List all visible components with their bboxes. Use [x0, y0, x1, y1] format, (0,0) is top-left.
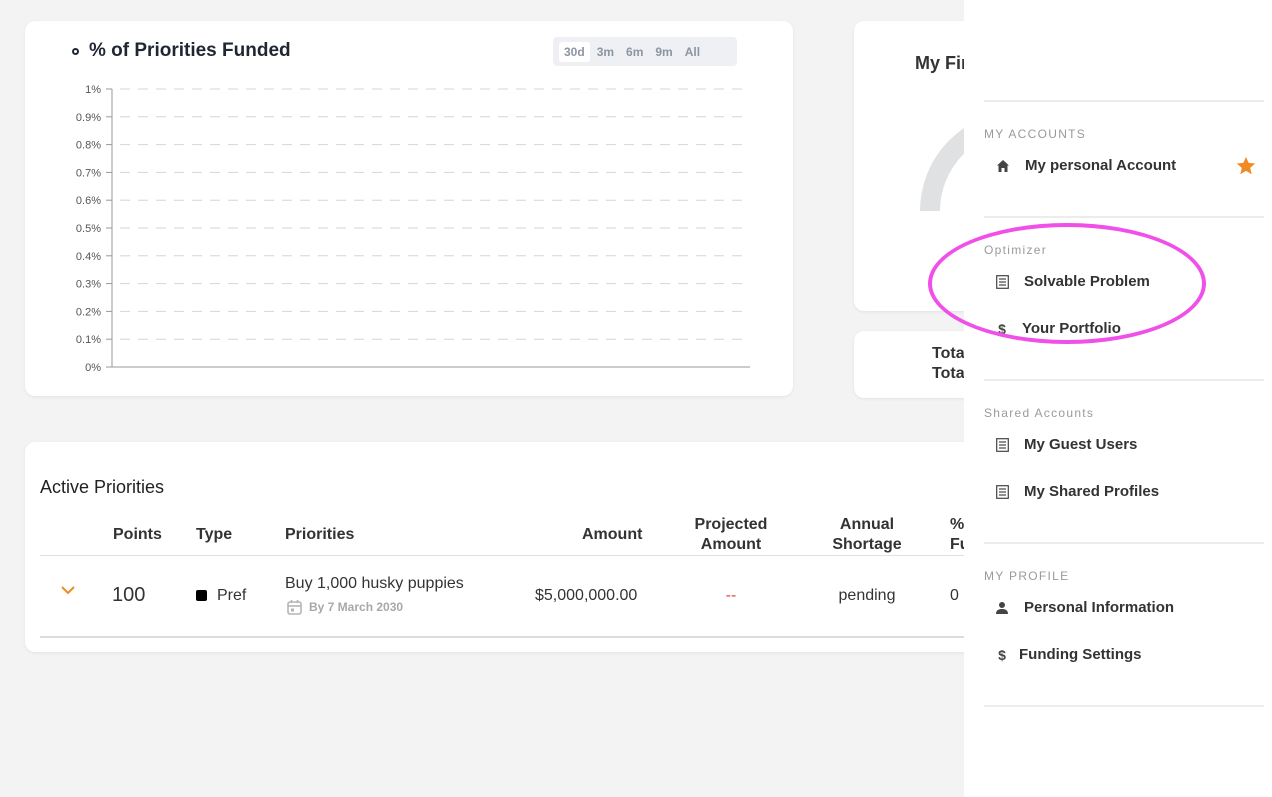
totals-line-1: Tota: [932, 345, 965, 362]
y-tick-label: 0.9%: [76, 112, 101, 124]
col-header-projected-line2: Amount: [700, 536, 762, 553]
sidebar-heading-my-profile: MY PROFILE: [984, 569, 1070, 583]
row-amount: $5,000,000.00: [535, 587, 638, 604]
y-tick-label: 0.2%: [76, 306, 101, 318]
expand-chevron-icon[interactable]: [60, 582, 76, 598]
y-tick-label: 0.1%: [76, 334, 101, 346]
list-icon: [994, 484, 1010, 499]
sidebar-item-label: Personal Information: [1024, 599, 1175, 616]
col-header-shortage-line1: Annual: [839, 516, 895, 533]
sidebar-item-my-personal-account[interactable]: My personal Account: [995, 156, 1257, 175]
sidebar-heading-my-accounts: MY ACCOUNTS: [984, 127, 1087, 141]
row-divider: [40, 636, 1025, 638]
y-tick-label: 0.4%: [76, 251, 101, 263]
row-priority-date: By 7 March 2030: [287, 599, 403, 615]
sidebar-divider: [984, 542, 1264, 544]
chart-plot: 1% 0.9% 0.8% 0.7% 0.6% 0.5% 0.4% 0.3% 0.2% 0.1% 0%: [76, 84, 750, 374]
type-color-swatch: [196, 590, 207, 601]
y-tick-label: 0%: [85, 362, 101, 374]
totals-line-2: Tota: [932, 365, 965, 382]
list-icon: [994, 437, 1010, 452]
star-icon[interactable]: [1235, 155, 1257, 181]
sidebar-heading-shared-accounts: Shared Accounts: [984, 406, 1095, 420]
y-tick-label: 0.5%: [76, 223, 101, 235]
person-icon: [994, 601, 1010, 615]
row-priority-name[interactable]: Buy 1,000 husky puppies: [285, 575, 464, 593]
active-priorities-card: Active Priorities Points Type Priorities…: [25, 442, 1025, 652]
col-header-projected: Projected Amount: [681, 515, 781, 555]
account-sidebar: MY ACCOUNTS My personal Account Optimize…: [964, 0, 1272, 797]
active-priorities-title: Active Priorities: [40, 477, 165, 497]
y-tick-label: 1%: [85, 84, 101, 96]
sidebar-item-my-shared-profiles[interactable]: My Shared Profiles: [994, 483, 1159, 500]
row-projected: --: [725, 587, 737, 604]
y-tick-label: 0.6%: [76, 195, 101, 207]
sidebar-divider: [984, 705, 1264, 707]
col-header-amount: Amount: [582, 526, 643, 543]
y-tick-label: 0.3%: [76, 279, 101, 291]
dollar-icon: $: [998, 646, 1006, 663]
sidebar-item-funding-settings[interactable]: $ Funding Settings: [994, 646, 1141, 663]
funded-chart-card: % of Priorities Funded 30d 3m 6m 9m All …: [25, 21, 793, 396]
sidebar-item-my-guest-users[interactable]: My Guest Users: [994, 436, 1137, 453]
y-tick-label: 0.8%: [76, 140, 101, 152]
sidebar-item-label: Funding Settings: [1019, 646, 1142, 663]
sidebar-item-label: My Shared Profiles: [1024, 483, 1160, 500]
sidebar-item-label: My personal Account: [1025, 157, 1177, 174]
sidebar-item-personal-information[interactable]: Personal Information: [994, 599, 1174, 616]
sidebar-divider: [984, 216, 1264, 218]
col-header-type: Type: [196, 526, 233, 543]
col-header-priorities: Priorities: [285, 526, 355, 543]
col-header-shortage: Annual Shortage: [817, 515, 917, 555]
highlight-annotation-ellipse: [928, 223, 1206, 344]
y-tick-label: 0.7%: [76, 167, 101, 179]
sidebar-divider: [984, 100, 1264, 102]
col-header-points: Points: [113, 526, 162, 543]
calendar-icon: [287, 599, 302, 615]
col-header-projected-line1: Projected: [694, 516, 768, 533]
row-type: Pref: [217, 587, 247, 604]
row-points: 100: [112, 584, 146, 606]
sidebar-divider: [984, 379, 1264, 381]
row-shortage: pending: [838, 587, 896, 604]
row-funded: 0: [950, 587, 959, 604]
col-header-shortage-line2: Shortage: [832, 536, 902, 553]
sidebar-item-label: My Guest Users: [1024, 436, 1138, 453]
home-icon: [995, 159, 1011, 173]
row-date-text: By 7 March 2030: [309, 600, 404, 614]
header-divider: [40, 555, 1025, 556]
